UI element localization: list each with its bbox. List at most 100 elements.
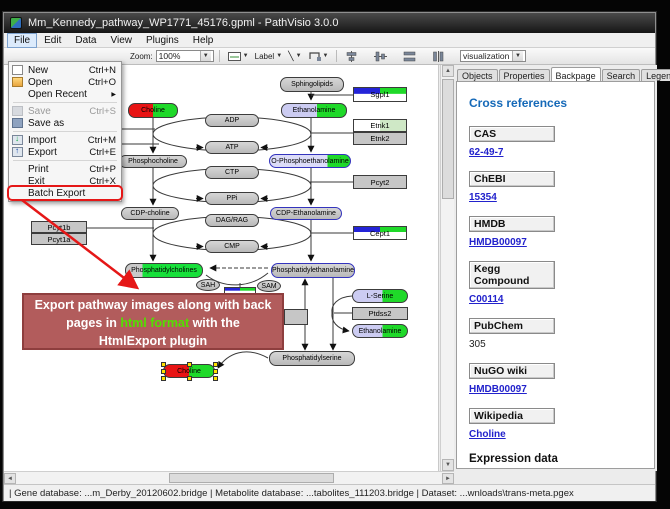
label-tool-button[interactable]: Label ▼ (252, 50, 286, 63)
file-menu-item-open[interactable]: OpenCtrl+O (9, 76, 121, 88)
pathway-node-ptdss1-gene-box[interactable] (284, 309, 308, 325)
pathway-node-phosphatidylserine[interactable]: Phosphatidylserine (269, 351, 355, 366)
datanode-tool-button[interactable]: ▼ (225, 50, 252, 63)
pathway-node-cept1[interactable]: Cept1 (353, 226, 407, 240)
side-tab-backpage[interactable]: Backpage (551, 67, 601, 81)
pathway-node-cdp-ethanolamine[interactable]: CDP-Ethanolamine (270, 207, 342, 220)
node-label: Choline (141, 107, 165, 114)
chevron-down-icon[interactable]: ▼ (296, 53, 302, 59)
pathway-node-o-phosphoethanolamine[interactable]: O-Phosphoethanolamine (269, 154, 351, 168)
menubar-item-view[interactable]: View (103, 33, 139, 48)
pathway-node-ethanolamine-top[interactable]: Ethanolamine (281, 103, 347, 118)
pathway-node-ctp[interactable]: CTP (205, 166, 259, 179)
line-tool-button[interactable]: ╲ ▼ (285, 50, 304, 63)
pathway-node-l-serine[interactable]: L-Serine (352, 289, 408, 303)
crossref-link[interactable]: HMDB00097 (469, 237, 527, 248)
file-menu-item-print[interactable]: PrintCtrl+P (9, 163, 121, 175)
align-center-horizontal-button[interactable] (342, 49, 361, 63)
pathway-node-phosphocholine[interactable]: Phosphocholine (119, 155, 187, 168)
menubar-item-edit[interactable]: Edit (37, 33, 68, 48)
file-menu-item-import[interactable]: ImportCtrl+M (9, 134, 121, 146)
pathway-node-cmp[interactable]: CMP (205, 240, 259, 253)
horizontal-scroll-thumb[interactable] (169, 473, 334, 483)
pathway-node-sgpl1[interactable]: Sgpl1 (353, 87, 407, 102)
selection-handle[interactable] (187, 376, 192, 381)
callout-line2-highlight: html format (120, 316, 189, 330)
pathway-node-choline-top[interactable]: Choline (128, 103, 178, 118)
crossref-source-name: NuGO wiki (469, 363, 555, 379)
crossref-link[interactable]: C00114 (469, 294, 503, 305)
zoom-combobox[interactable]: 100% ▼ (156, 50, 214, 62)
file-menu-item-new[interactable]: NewCtrl+N (9, 64, 121, 76)
selection-handle[interactable] (213, 362, 218, 367)
menubar-item-file[interactable]: File (7, 33, 37, 48)
visualization-combobox[interactable]: visualization ▼ (460, 50, 526, 62)
menubar-item-plugins[interactable]: Plugins (139, 33, 186, 48)
selection-handle[interactable] (161, 376, 166, 381)
title-bar[interactable]: Mm_Kennedy_pathway_WP1771_45176.gpml - P… (4, 13, 655, 33)
pathway-node-sah[interactable]: SAH (196, 279, 220, 291)
file-menu-item-open-recent[interactable]: Open Recent▶ (9, 88, 121, 100)
scroll-down-icon[interactable]: ▼ (442, 459, 454, 471)
file-menu-item-save[interactable]: SaveCtrl+S (9, 105, 121, 117)
scroll-right-icon[interactable]: ► (442, 473, 454, 484)
menubar-item-help[interactable]: Help (186, 33, 221, 48)
file-menu-item-batch-export[interactable]: Batch Export (9, 187, 121, 199)
crossref-link[interactable]: HMDB00097 (469, 384, 527, 395)
menubar-item-data[interactable]: Data (68, 33, 103, 48)
crossref-link[interactable]: Choline (469, 429, 506, 440)
horizontal-scrollbar[interactable]: ◄ ► (4, 471, 454, 484)
chevron-down-icon[interactable]: ▼ (276, 53, 282, 59)
zoom-value: 100% (159, 51, 181, 61)
side-tab-objects[interactable]: Objects (457, 69, 498, 81)
connector-tool-button[interactable]: ▼ (305, 50, 332, 63)
scroll-left-icon[interactable]: ◄ (4, 473, 16, 484)
chevron-down-icon[interactable]: ▼ (200, 51, 211, 61)
pathway-node-ethanolamine-small[interactable]: Ethanolamine (352, 324, 408, 338)
file-menu-item-export[interactable]: ExportCtrl+E (9, 146, 121, 158)
pathway-node-etnk1[interactable]: Etnk1 (353, 119, 407, 132)
backpage-panel[interactable]: Cross references CAS62-49-7ChEBI15354HMD… (456, 81, 655, 469)
pathway-node-cdp-choline[interactable]: CDP-choline (121, 207, 179, 220)
vertical-scroll-thumb[interactable] (442, 79, 454, 199)
chevron-down-icon[interactable]: ▼ (323, 53, 329, 59)
pathway-node-ppi[interactable]: PPi (205, 192, 259, 205)
callout-line3: HtmlExport plugin (99, 334, 207, 348)
pathway-node-pcyt2[interactable]: Pcyt2 (353, 175, 407, 189)
pathway-node-etnk2[interactable]: Etnk2 (353, 132, 407, 145)
align-center-vertical-button[interactable] (371, 49, 390, 63)
chevron-down-icon[interactable]: ▼ (512, 51, 523, 61)
distribute-vertical-button[interactable] (429, 49, 448, 63)
selection-handle[interactable] (187, 362, 192, 367)
side-tab-legend[interactable]: Legend (641, 69, 670, 81)
scroll-up-icon[interactable]: ▲ (442, 65, 454, 77)
pathway-node-sam[interactable]: SAM (257, 280, 281, 292)
vertical-scrollbar[interactable]: ▲ ▼ (440, 65, 454, 471)
node-label: ATP (225, 144, 238, 151)
pathway-node-adp[interactable]: ADP (205, 114, 259, 127)
file-menu-item-exit[interactable]: ExitCtrl+X (9, 175, 121, 187)
crossref-link[interactable]: 62-49-7 (469, 147, 503, 158)
pathway-node-pcyt1b[interactable]: Pcyt1b (31, 221, 87, 233)
node-label: Phosphatidylcholines (131, 267, 197, 274)
pathway-node-atp[interactable]: ATP (205, 141, 259, 154)
pathway-node-phosphatidylcholines[interactable]: Phosphatidylcholines (125, 263, 203, 278)
node-label: DAG/RAG (216, 217, 248, 224)
pathway-node-ptdss2[interactable]: Ptdss2 (352, 307, 408, 320)
side-tab-search[interactable]: Search (602, 69, 641, 81)
chevron-down-icon[interactable]: ▼ (243, 53, 249, 59)
crossref-link[interactable]: 15354 (469, 192, 497, 203)
submenu-arrow-icon: ▶ (111, 91, 116, 98)
pathway-node-choline-selected[interactable]: Choline (163, 364, 215, 378)
pathway-node-dag-rag[interactable]: DAG/RAG (205, 214, 259, 227)
file-menu-item-save-as[interactable]: Save as (9, 117, 121, 129)
selection-handle[interactable] (213, 369, 218, 374)
selection-handle[interactable] (161, 369, 166, 374)
selection-handle[interactable] (213, 376, 218, 381)
pathway-node-pcyt1a[interactable]: Pcyt1a (31, 233, 87, 245)
distribute-horizontal-button[interactable] (400, 49, 419, 63)
side-tab-properties[interactable]: Properties (499, 69, 550, 81)
selection-handle[interactable] (161, 362, 166, 367)
pathway-node-phosphatidylethanolamine[interactable]: Phosphatidylethanolamine (271, 263, 355, 278)
pathway-node-sphingolipids[interactable]: Sphingolipids (280, 77, 344, 92)
